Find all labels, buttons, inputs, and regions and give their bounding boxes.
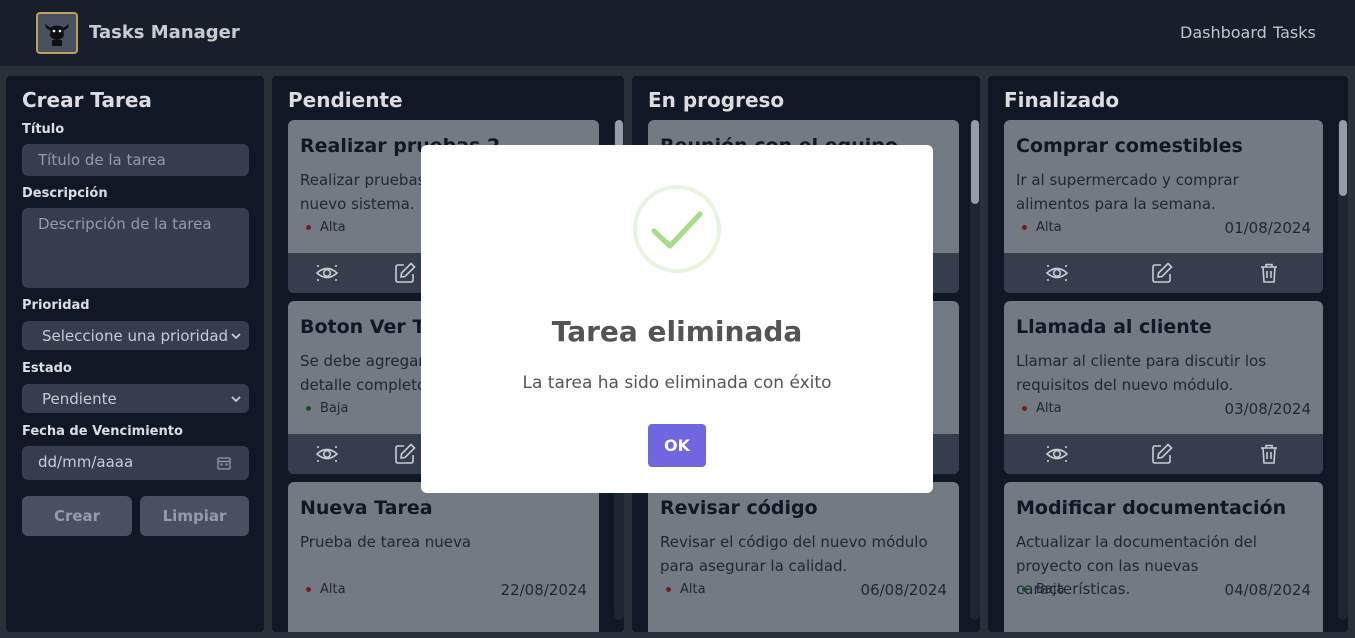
ok-button[interactable]: OK [648, 424, 706, 467]
dialog-message: La tarea ha sido eliminada con éxito [522, 373, 832, 393]
success-check-icon [633, 185, 721, 273]
success-dialog: Tarea eliminada La tarea ha sido elimina… [421, 145, 933, 493]
dialog-title: Tarea eliminada [551, 315, 803, 348]
